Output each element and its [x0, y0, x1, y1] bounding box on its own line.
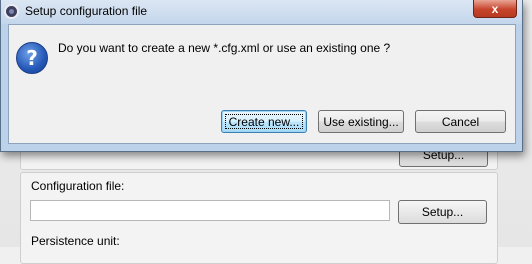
cancel-label: Cancel	[441, 114, 480, 129]
config-setup-button[interactable]: Setup...	[398, 200, 487, 224]
close-button[interactable]: x	[473, 0, 517, 18]
focus-rect	[225, 114, 303, 129]
dialog-body: ? Do you want to create a new *.cfg.xml …	[8, 24, 516, 144]
question-icon: ?	[16, 42, 48, 74]
setup-config-dialog: Setup configuration file x ? Do you want…	[0, 0, 523, 152]
persistence-unit-label: Persistence unit:	[31, 234, 120, 248]
cancel-button[interactable]: Cancel	[415, 110, 506, 133]
close-icon: x	[491, 1, 499, 16]
dialog-titlebar[interactable]: Setup configuration file x	[1, 0, 522, 24]
config-file-label: Configuration file:	[31, 179, 125, 193]
use-existing-label: Use existing...	[323, 114, 399, 129]
dialog-message: Do you want to create a new *.cfg.xml or…	[58, 41, 391, 55]
eclipse-icon	[4, 4, 19, 19]
use-existing-button[interactable]: Use existing...	[318, 110, 404, 133]
config-file-input[interactable]	[30, 200, 390, 221]
create-new-button[interactable]: Create new...	[221, 110, 307, 133]
dialog-title: Setup configuration file	[25, 4, 148, 18]
